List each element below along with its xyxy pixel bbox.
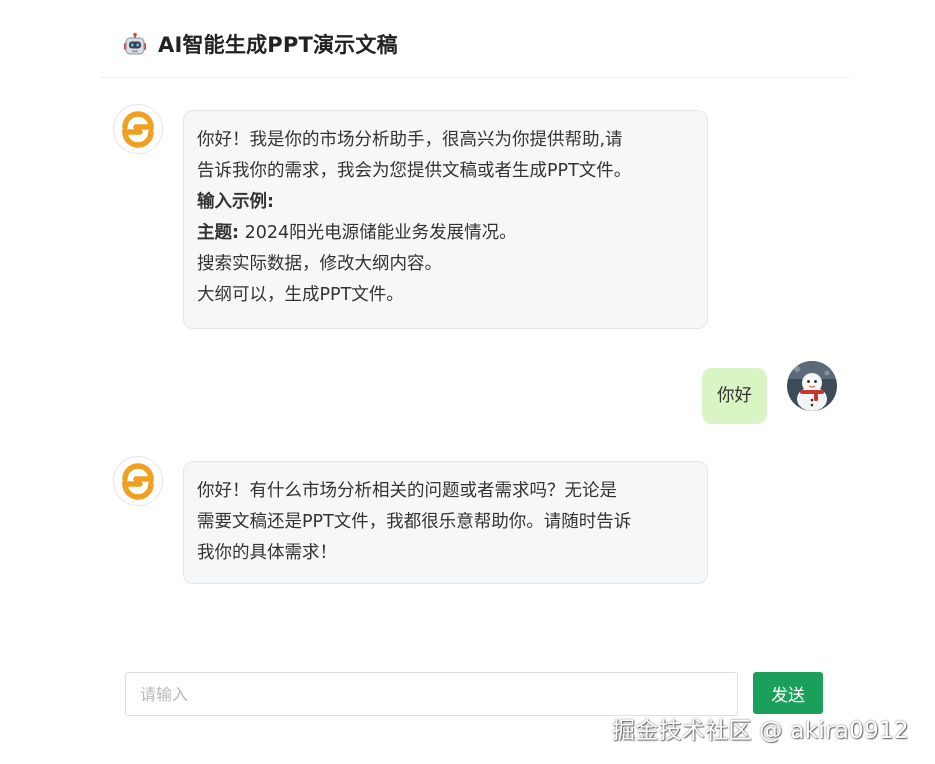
assistant-avatar <box>113 104 163 154</box>
logo-icon <box>122 111 154 148</box>
user-message-bubble: 你好 <box>702 368 767 424</box>
send-button[interactable]: 发送 <box>753 672 823 714</box>
assistant-message-bubble: 你好！我是你的市场分析助手，很高兴为你提供帮助,请 告诉我你的需求，我会为您提供… <box>183 110 708 329</box>
message-line: 需要文稿还是PPT文件，我都很乐意帮助你。请随时告诉 <box>197 512 632 532</box>
watermark: 掘金技术社区 @ akira0912 <box>612 718 909 744</box>
message-line: 我你的具体需求！ <box>197 543 337 563</box>
assistant-message-bubble: 你好！有什么市场分析相关的问题或者需求吗？无论是 需要文稿还是PPT文件，我都很… <box>183 461 708 584</box>
message-line: 你好！有什么市场分析相关的问题或者需求吗？无论是 <box>197 481 617 501</box>
snowman-icon <box>787 361 837 411</box>
message-line: 告诉我你的需求，我会为您提供文稿或者生成PPT文件。 <box>197 161 632 181</box>
logo-icon <box>122 463 154 500</box>
message-input[interactable] <box>125 672 738 716</box>
topic-text: 2024阳光电源储能业务发展情况。 <box>239 223 517 243</box>
user-avatar <box>787 361 837 411</box>
assistant-avatar <box>113 456 163 506</box>
chat-header: AI智能生成PPT演示文稿 <box>100 0 850 78</box>
message-line: 大纲可以，生成PPT文件。 <box>197 285 404 305</box>
message-line: 你好！我是你的市场分析助手，很高兴为你提供帮助,请 <box>197 130 623 150</box>
page-title: AI智能生成PPT演示文稿 <box>158 33 398 57</box>
robot-icon <box>122 32 148 58</box>
message-line: 输入示例: <box>197 187 694 218</box>
message-line: 主题: 2024阳光电源储能业务发展情况。 <box>197 218 694 249</box>
example-heading: 输入示例: <box>197 192 274 212</box>
chat-app: AI智能生成PPT演示文稿 你好！我是你的市场分析助手，很高兴为你提供帮助,请 … <box>0 0 935 764</box>
user-message-text: 你好 <box>717 386 752 406</box>
topic-label: 主题: <box>197 223 239 243</box>
message-line: 搜索实际数据，修改大纲内容。 <box>197 254 442 274</box>
